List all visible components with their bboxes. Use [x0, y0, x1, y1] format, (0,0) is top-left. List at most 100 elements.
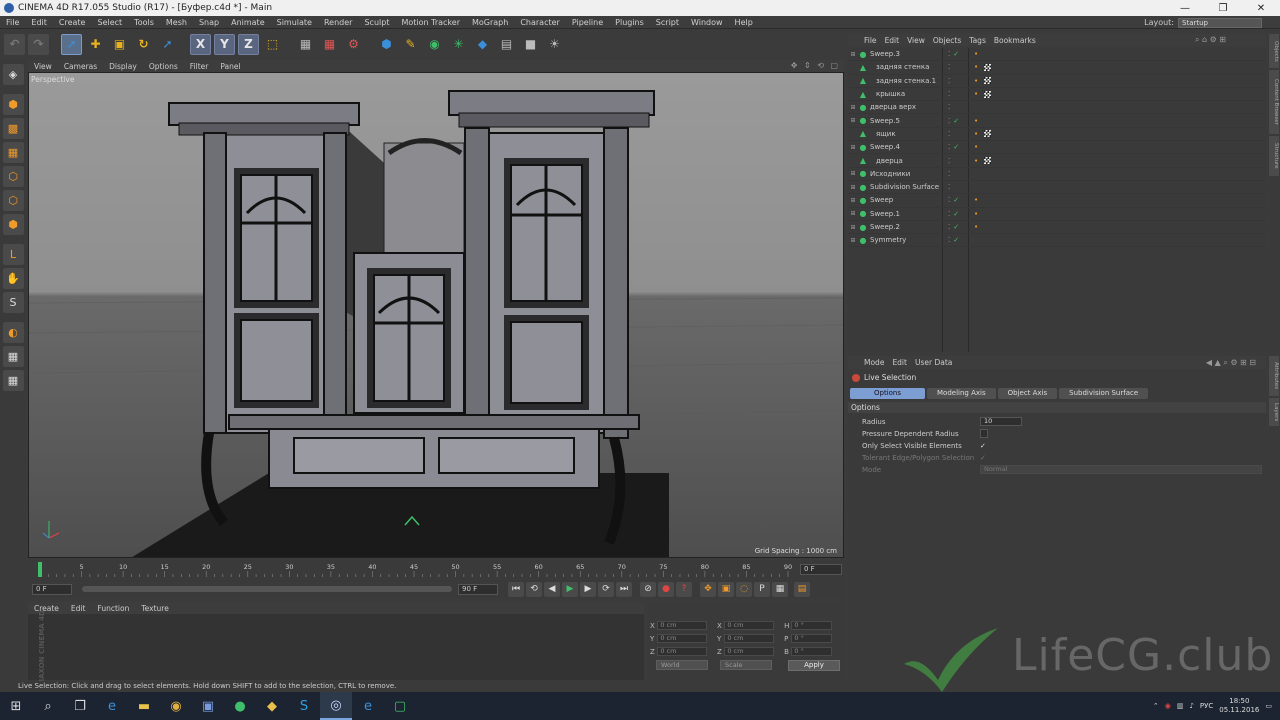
- om-row[interactable]: ▲ ящик ⁚ •: [848, 128, 1266, 142]
- tab-subdivision-surface[interactable]: Subdivision Surface: [1059, 388, 1149, 399]
- texture-mode-icon[interactable]: ▩: [2, 118, 24, 139]
- expand-toggle[interactable]: ⊞: [848, 51, 858, 58]
- visibility-flags[interactable]: ⁚: [944, 157, 970, 165]
- object-name[interactable]: Symmetry: [868, 236, 944, 244]
- om-menu-tags[interactable]: Tags: [965, 36, 990, 45]
- expand-toggle[interactable]: ⊞: [848, 144, 858, 151]
- om-row[interactable]: ⊞ ● Исходники ⁚: [848, 168, 1266, 181]
- material-tag-icon[interactable]: [984, 63, 992, 71]
- menu-tools[interactable]: Tools: [128, 18, 160, 27]
- go-to-end-icon[interactable]: ⏭: [616, 581, 632, 597]
- coordinate-mode-select[interactable]: Scale: [720, 660, 772, 670]
- object-name[interactable]: ящик: [868, 130, 944, 138]
- am-menu-user-data[interactable]: User Data: [911, 358, 956, 367]
- viewport-menu-filter[interactable]: Filter: [184, 62, 215, 71]
- object-name[interactable]: задняя стенка.1: [868, 77, 944, 85]
- render-picture-viewer-icon[interactable]: ▦: [319, 34, 340, 55]
- object-name[interactable]: Sweep.1: [868, 210, 944, 218]
- pos-z-field[interactable]: 0 cm: [657, 647, 708, 656]
- object-tags[interactable]: •: [970, 50, 980, 58]
- menu-sculpt[interactable]: Sculpt: [358, 18, 395, 27]
- search-icon[interactable]: ⌕: [32, 692, 64, 720]
- x-axis-lock-icon[interactable]: X: [190, 33, 211, 55]
- side-tab-content-browser[interactable]: Content Browser: [1269, 70, 1279, 134]
- network-icon[interactable]: ▥: [1177, 702, 1184, 710]
- object-tags[interactable]: •: [970, 143, 980, 151]
- tweak-mode-icon[interactable]: ✋: [2, 268, 24, 289]
- om-row[interactable]: ⊞ ● Symmetry ⁚ ✓: [848, 234, 1266, 248]
- visibility-flags[interactable]: ⁚: [944, 130, 970, 138]
- side-tab-objects[interactable]: Objects: [1269, 34, 1279, 68]
- autokey-icon[interactable]: ●: [658, 581, 674, 597]
- visibility-flags[interactable]: ⁚: [944, 63, 970, 71]
- menu-create[interactable]: Create: [53, 18, 92, 27]
- object-tags[interactable]: •: [970, 63, 992, 71]
- min-frame-field[interactable]: 0 F: [32, 583, 72, 595]
- object-tags[interactable]: •: [970, 117, 980, 125]
- ie-icon[interactable]: e: [352, 692, 384, 720]
- viewport-menu-view[interactable]: View: [28, 62, 58, 71]
- radius-field[interactable]: 10: [980, 417, 1022, 426]
- green-app-icon[interactable]: ●: [224, 692, 256, 720]
- menu-simulate[interactable]: Simulate: [271, 18, 318, 27]
- axis-mode-icon[interactable]: L: [2, 244, 24, 265]
- snap-icon[interactable]: S: [2, 292, 24, 313]
- om-row[interactable]: ⊞ ● Sweep.2 ⁚ ✓ •: [848, 221, 1266, 235]
- make-editable-icon[interactable]: ◈: [2, 64, 24, 85]
- z-axis-lock-icon[interactable]: Z: [238, 33, 259, 55]
- viewport-menu-panel[interactable]: Panel: [214, 62, 246, 71]
- coordinate-system-icon[interactable]: ⬚: [262, 34, 283, 55]
- om-row[interactable]: ⊞ ● Sweep.1 ⁚ ✓ •: [848, 208, 1266, 221]
- object-name[interactable]: дверца верх: [868, 103, 944, 111]
- object-name[interactable]: задняя стенка: [868, 63, 944, 71]
- workplane-lock-icon[interactable]: ▦: [2, 346, 24, 367]
- am-menu-mode[interactable]: Mode: [860, 358, 888, 367]
- menu-edit[interactable]: Edit: [25, 18, 53, 27]
- object-tags[interactable]: •: [970, 223, 980, 231]
- edges-mode-icon[interactable]: ⬡: [2, 190, 24, 211]
- timeline-frame-field[interactable]: 0 F: [800, 564, 842, 575]
- tolerant-checkbox[interactable]: ✓: [980, 454, 986, 462]
- minimize-button[interactable]: —: [1166, 0, 1204, 16]
- om-row[interactable]: ⊞ ● Subdivision Surface ⁚: [848, 181, 1266, 195]
- save-app-icon[interactable]: ▣: [192, 692, 224, 720]
- menu-select[interactable]: Select: [91, 18, 128, 27]
- record-parameter-icon[interactable]: P: [754, 581, 770, 597]
- visibility-flags[interactable]: ⁚ ✓: [944, 223, 970, 231]
- grid-planes-icon[interactable]: ▦: [2, 370, 24, 391]
- om-search-icon[interactable]: ⌕ ⌂ ⚙ ⊞: [1195, 35, 1226, 45]
- redo-icon[interactable]: ↷: [28, 33, 49, 55]
- material-manager-area[interactable]: MAXON CINEMA 4D: [28, 610, 644, 686]
- move-tool-icon[interactable]: ✚: [85, 34, 106, 55]
- language-indicator[interactable]: РУС: [1200, 702, 1213, 710]
- antivirus-icon[interactable]: ◉: [1165, 702, 1171, 710]
- menu-snap[interactable]: Snap: [193, 18, 225, 27]
- subdivision-generator-icon[interactable]: ◉: [424, 34, 445, 55]
- object-name[interactable]: Sweep.2: [868, 223, 944, 231]
- menu-plugins[interactable]: Plugins: [609, 18, 650, 27]
- material-menu-function[interactable]: Function: [91, 604, 135, 613]
- material-menu-texture[interactable]: Texture: [135, 604, 174, 613]
- close-button[interactable]: ✕: [1242, 0, 1280, 16]
- expand-toggle[interactable]: ⊞: [848, 117, 858, 124]
- coordinate-space-select[interactable]: World: [656, 660, 708, 670]
- rot-b-field[interactable]: 0 °: [791, 647, 832, 656]
- pos-y-field[interactable]: 0 cm: [657, 634, 708, 643]
- chrome-icon[interactable]: ◉: [160, 692, 192, 720]
- people-icon[interactable]: ⌃: [1153, 702, 1159, 710]
- menu-motion-tracker[interactable]: Motion Tracker: [395, 18, 466, 27]
- material-menu-create[interactable]: Create: [28, 604, 65, 613]
- scale-tool-icon[interactable]: ▣: [109, 34, 130, 55]
- visibility-flags[interactable]: ⁚ ✓: [944, 196, 970, 204]
- start-icon[interactable]: ⊞: [0, 692, 32, 720]
- keyframe-selection-icon[interactable]: ?: [676, 581, 692, 597]
- am-menu-edit[interactable]: Edit: [888, 358, 911, 367]
- om-row[interactable]: ▲ крышка ⁚ •: [848, 88, 1266, 102]
- side-tab-layers[interactable]: Layers: [1269, 398, 1279, 426]
- expand-toggle[interactable]: ⊞: [848, 170, 858, 177]
- preview-range-slider[interactable]: [82, 586, 452, 592]
- record-rotation-icon[interactable]: ◌: [736, 581, 752, 597]
- visible-only-checkbox[interactable]: ✓: [980, 442, 986, 450]
- pressure-checkbox[interactable]: [980, 429, 988, 438]
- visibility-flags[interactable]: ⁚ ✓: [944, 50, 970, 58]
